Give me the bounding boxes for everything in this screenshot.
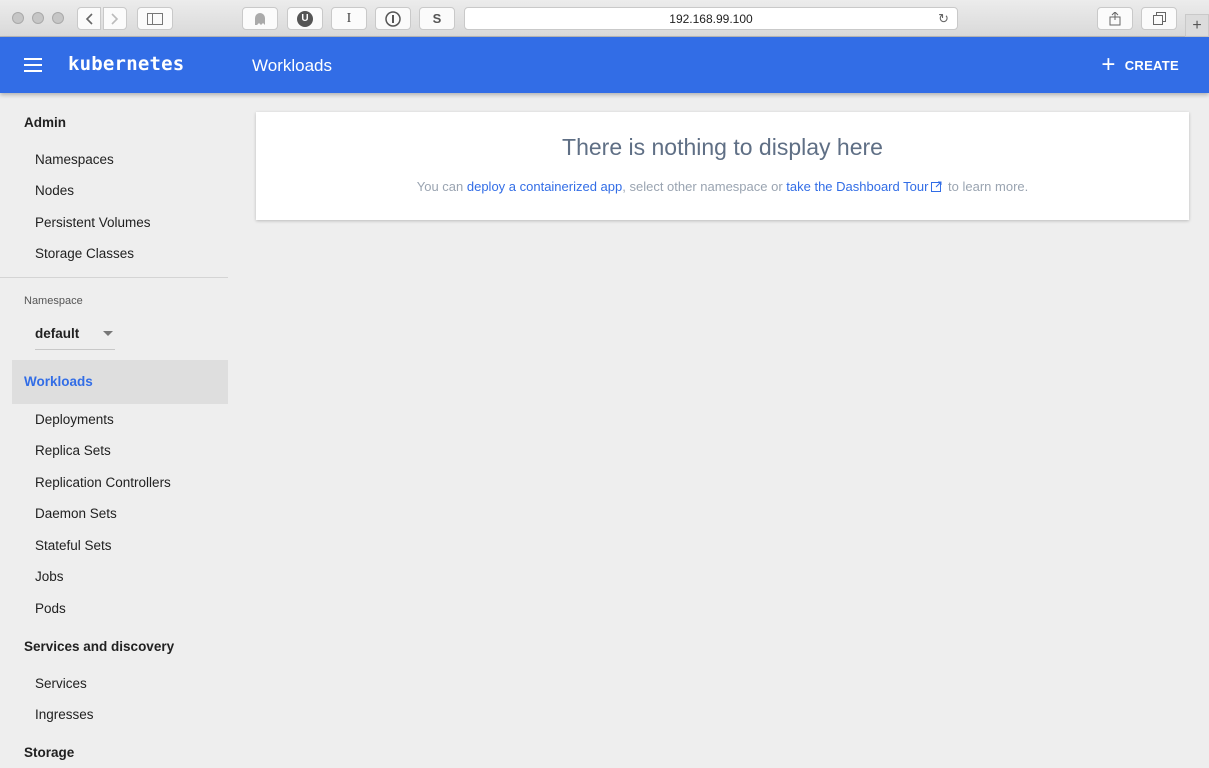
page-title: Workloads bbox=[252, 56, 332, 75]
sidebar-toggle-button[interactable] bbox=[137, 7, 173, 30]
ghostery-extension-button[interactable] bbox=[242, 7, 278, 30]
empty-state-card: There is nothing to display here You can… bbox=[256, 112, 1189, 220]
empty-state-prefix: You can bbox=[416, 179, 467, 194]
sidebar-item-replication-controllers[interactable]: Replication Controllers bbox=[35, 475, 171, 490]
create-label: CREATE bbox=[1124, 57, 1179, 73]
create-button[interactable]: + CREATE bbox=[1101, 53, 1179, 77]
extension-u-icon: U bbox=[297, 10, 313, 27]
zoom-window-button[interactable] bbox=[52, 12, 64, 24]
namespace-label: Namespace bbox=[24, 295, 83, 307]
namespace-select[interactable]: default bbox=[35, 318, 115, 350]
sidebar-item-deployments[interactable]: Deployments bbox=[35, 412, 114, 427]
namespace-value: default bbox=[35, 326, 80, 341]
onepassword-icon bbox=[385, 10, 401, 27]
sidebar-nav: Admin Namespaces Nodes Persistent Volume… bbox=[0, 93, 240, 768]
browser-toolbar: U I S 192.168.99.100 ↻ + bbox=[0, 0, 1209, 37]
sidebar-divider bbox=[0, 277, 228, 278]
empty-state-middle: , select other namespace or bbox=[622, 179, 787, 194]
new-tab-button[interactable]: + bbox=[1185, 14, 1209, 37]
forward-button[interactable] bbox=[103, 7, 127, 30]
empty-state-title: There is nothing to display here bbox=[562, 134, 883, 160]
chevron-down-icon bbox=[103, 331, 113, 336]
extension-i-icon: I bbox=[346, 10, 352, 26]
share-button[interactable] bbox=[1097, 7, 1133, 30]
sidebar-heading-services[interactable]: Services and discovery bbox=[24, 639, 174, 654]
dashboard-tour-link[interactable]: take the Dashboard Tour bbox=[786, 179, 928, 194]
sidebar-item-pods[interactable]: Pods bbox=[35, 601, 66, 616]
sidebar-item-label: Workloads bbox=[24, 374, 93, 389]
menu-icon[interactable] bbox=[24, 58, 42, 72]
sidebar-item-storage-classes[interactable]: Storage Classes bbox=[35, 246, 134, 261]
sidebar-item-services[interactable]: Services bbox=[35, 676, 87, 691]
extension-s-icon: S bbox=[432, 11, 442, 26]
app-header: kubernetes Workloads + CREATE bbox=[0, 37, 1209, 93]
extension-i-button[interactable]: I bbox=[331, 7, 367, 30]
plus-icon: + bbox=[1101, 51, 1116, 78]
sidebar-item-namespaces[interactable]: Namespaces bbox=[35, 152, 114, 167]
extension-s-button[interactable]: S bbox=[419, 7, 455, 30]
tabs-overview-button[interactable] bbox=[1141, 7, 1177, 30]
sidebar-item-workloads[interactable]: Workloads bbox=[12, 360, 228, 404]
brand-logo[interactable]: kubernetes bbox=[68, 53, 184, 75]
sidebar-icon bbox=[147, 12, 163, 25]
minimize-window-button[interactable] bbox=[32, 12, 44, 24]
sidebar-heading-admin[interactable]: Admin bbox=[24, 115, 66, 130]
ghost-icon bbox=[255, 12, 265, 25]
extension-u-button[interactable]: U bbox=[287, 7, 323, 30]
onepassword-extension-button[interactable] bbox=[375, 7, 411, 30]
sidebar-item-ingresses[interactable]: Ingresses bbox=[35, 707, 94, 722]
sidebar-item-replica-sets[interactable]: Replica Sets bbox=[35, 443, 111, 458]
sidebar-item-nodes[interactable]: Nodes bbox=[35, 183, 74, 198]
empty-state-suffix: to learn more. bbox=[944, 179, 1029, 194]
sidebar-item-daemon-sets[interactable]: Daemon Sets bbox=[35, 506, 117, 521]
empty-state-description: You can deploy a containerized app, sele… bbox=[256, 179, 1189, 194]
sidebar-item-jobs[interactable]: Jobs bbox=[35, 569, 64, 584]
share-icon bbox=[1109, 11, 1121, 25]
forward-icon bbox=[111, 12, 119, 25]
sidebar-item-persistent-volumes[interactable]: Persistent Volumes bbox=[35, 215, 151, 230]
deploy-app-link[interactable]: deploy a containerized app bbox=[467, 179, 622, 194]
address-url: 192.168.99.100 bbox=[669, 11, 753, 26]
sidebar-item-stateful-sets[interactable]: Stateful Sets bbox=[35, 538, 112, 553]
back-button[interactable] bbox=[77, 7, 101, 30]
close-window-button[interactable] bbox=[12, 12, 24, 24]
external-link-icon[interactable] bbox=[931, 181, 942, 192]
back-icon bbox=[85, 12, 93, 25]
sidebar-heading-storage[interactable]: Storage bbox=[24, 745, 74, 760]
tabs-icon bbox=[1152, 12, 1166, 25]
address-bar[interactable]: 192.168.99.100 ↻ bbox=[464, 7, 958, 30]
reload-icon[interactable]: ↻ bbox=[938, 11, 949, 27]
plus-icon: + bbox=[1192, 16, 1202, 34]
